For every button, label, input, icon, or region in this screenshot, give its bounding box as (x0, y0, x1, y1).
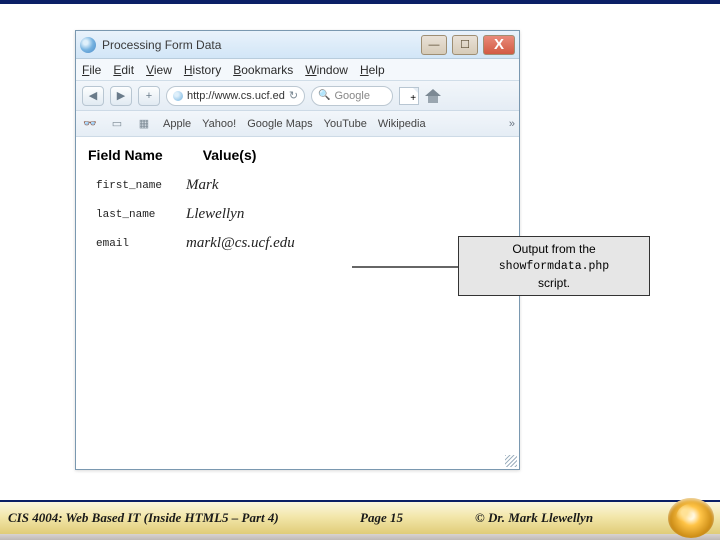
menu-bookmarks[interactable]: Bookmarks (233, 63, 293, 77)
magnifier-icon: 🔍 (318, 90, 330, 101)
footer-shadow (0, 534, 720, 540)
window-title: Processing Form Data (102, 38, 221, 52)
bm-yahoo[interactable]: Yahoo! (202, 118, 236, 130)
callout-line3: script. (538, 276, 570, 290)
menu-help[interactable]: Help (360, 63, 385, 77)
favicon-icon (173, 91, 183, 101)
menu-edit[interactable]: Edit (113, 63, 134, 77)
bm-wikipedia[interactable]: Wikipedia (378, 118, 426, 130)
menu-view[interactable]: View (146, 63, 172, 77)
footer-bar: CIS 4004: Web Based IT (Inside HTML5 – P… (0, 502, 720, 534)
glasses-icon[interactable]: 👓 (82, 117, 98, 131)
add-tab-button[interactable]: + (138, 86, 160, 106)
maximize-button[interactable]: ☐ (452, 35, 478, 55)
callout-line1: Output from the (512, 242, 595, 256)
browser-window: Processing Form Data — ☐ X File Edit Vie… (75, 30, 520, 470)
footer-page: Page 15 (360, 510, 403, 526)
url-text: http://www.cs.ucf.ed (187, 90, 285, 102)
resize-grip-icon[interactable] (505, 455, 517, 467)
footer-author: © Dr. Mark Llewellyn (475, 510, 593, 526)
overflow-chevron-icon[interactable]: » (509, 118, 513, 130)
back-button[interactable]: ◀ (82, 86, 104, 106)
page-content: Field Name Value(s) first_name Mark last… (76, 137, 519, 268)
bm-gmaps[interactable]: Google Maps (247, 118, 312, 130)
forward-button[interactable]: ▶ (110, 86, 132, 106)
new-page-button[interactable]: + (399, 87, 419, 105)
field-name: last_name (88, 200, 178, 229)
nav-bar: ◀ ▶ + http://www.cs.ucf.ed ↻ 🔍 Google + (76, 81, 519, 111)
book-icon[interactable]: ▭ (109, 117, 125, 131)
menu-history[interactable]: History (184, 63, 221, 77)
title-bar: Processing Form Data — ☐ X (76, 31, 519, 59)
header-values: Value(s) (203, 147, 257, 163)
slide-footer: CIS 4004: Web Based IT (Inside HTML5 – P… (0, 500, 720, 540)
menu-bar: File Edit View History Bookmarks Window … (76, 59, 519, 81)
menu-window[interactable]: Window (305, 63, 348, 77)
ucf-logo-icon (668, 498, 714, 538)
bm-apple[interactable]: Apple (163, 118, 191, 130)
table-row: email markl@cs.ucf.edu (88, 229, 303, 258)
search-field[interactable]: 🔍 Google (311, 86, 393, 106)
table-row: last_name Llewellyn (88, 200, 303, 229)
close-button[interactable]: X (483, 35, 515, 55)
output-headers: Field Name Value(s) (88, 147, 507, 163)
bookmarks-bar: 👓 ▭ ▦ Apple Yahoo! Google Maps YouTube W… (76, 111, 519, 137)
callout-box: Output from the showformdata.php script. (458, 236, 650, 296)
slide-top-border (0, 0, 720, 4)
grid-icon[interactable]: ▦ (136, 117, 152, 131)
field-name: email (88, 229, 178, 258)
globe-icon (80, 37, 96, 53)
search-placeholder: Google (335, 90, 370, 102)
bm-youtube[interactable]: YouTube (324, 118, 367, 130)
window-controls: — ☐ X (421, 35, 515, 55)
callout-connector (352, 266, 458, 268)
field-name: first_name (88, 171, 178, 200)
field-value: Mark (178, 171, 303, 200)
field-value: markl@cs.ucf.edu (178, 229, 303, 258)
footer-course: CIS 4004: Web Based IT (Inside HTML5 – P… (8, 510, 279, 526)
url-field[interactable]: http://www.cs.ucf.ed ↻ (166, 86, 305, 106)
form-data-table: first_name Mark last_name Llewellyn emai… (88, 171, 303, 258)
reload-icon[interactable]: ↻ (289, 89, 298, 102)
header-field-name: Field Name (88, 147, 163, 163)
menu-file[interactable]: File (82, 63, 101, 77)
callout-script: showformdata.php (499, 260, 609, 273)
home-icon[interactable] (425, 89, 441, 103)
table-row: first_name Mark (88, 171, 303, 200)
field-value: Llewellyn (178, 200, 303, 229)
minimize-button[interactable]: — (421, 35, 447, 55)
